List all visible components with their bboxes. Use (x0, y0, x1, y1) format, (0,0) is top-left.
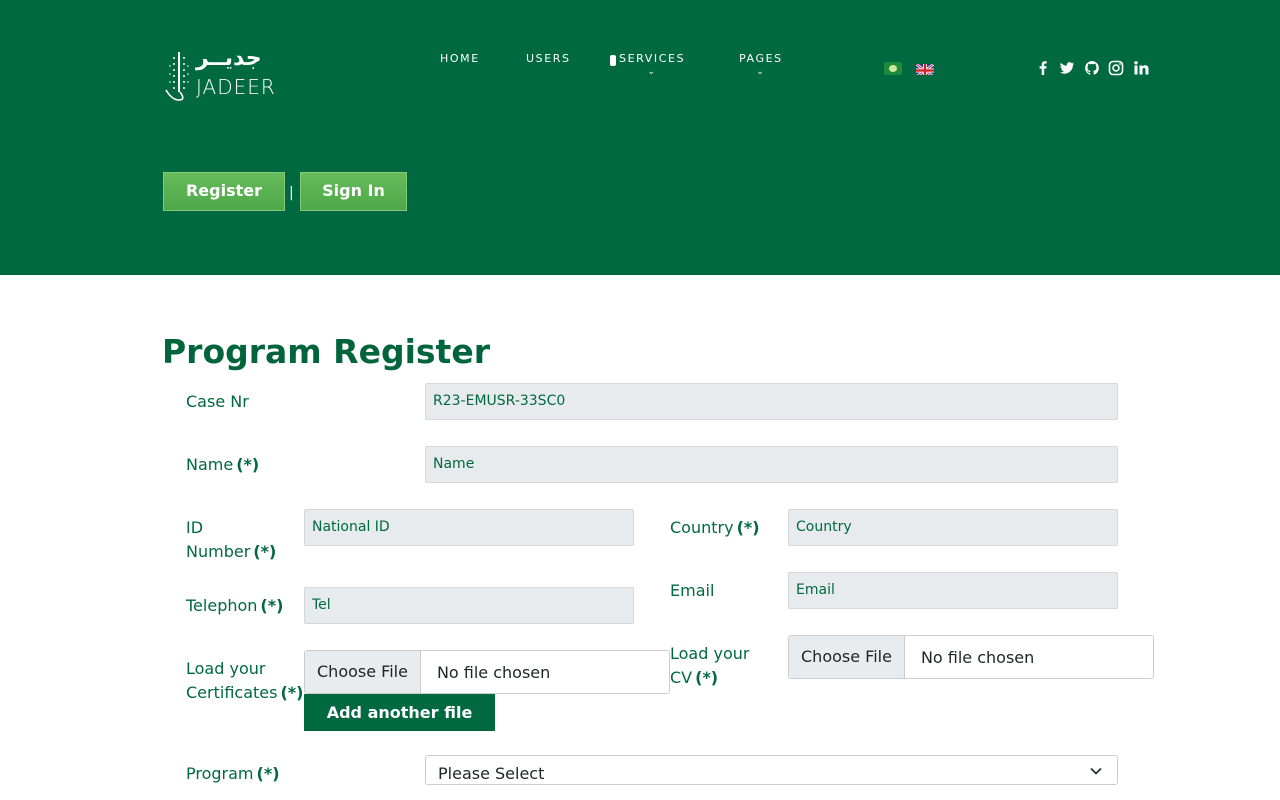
national-id-input[interactable]: National ID (304, 509, 634, 546)
file-status: No file chosen (436, 662, 551, 682)
program-label: Program (*) (186, 764, 280, 783)
chevron-down-icon: ⌄ (756, 67, 766, 77)
arabic-flag-icon[interactable] (884, 62, 902, 75)
program-select[interactable]: Please Select (425, 755, 1118, 785)
linkedin-icon[interactable] (1132, 59, 1150, 77)
github-icon[interactable] (1083, 59, 1101, 77)
program-selected-value: Please Select (438, 764, 545, 783)
twitter-icon[interactable] (1058, 59, 1076, 77)
id-number-label: ID Number (*) (186, 518, 277, 561)
jadeer-logo[interactable]: جديــر JADEER (162, 44, 276, 102)
file-status: No file chosen (920, 647, 1035, 667)
add-another-file-button[interactable]: Add another file (304, 694, 495, 731)
required-marker: (*) (695, 668, 719, 687)
case-nr-label: Case Nr (186, 392, 249, 411)
auth-separator: | (289, 185, 294, 201)
nav-home[interactable]: HOME (440, 52, 480, 66)
nav-pages-label: PAGES (739, 52, 783, 65)
nav-indicator (610, 55, 616, 66)
nav-users-label: USERS (526, 52, 571, 65)
cv-label: Load your CV (*) (670, 644, 750, 687)
nav-users[interactable]: USERS (526, 52, 571, 66)
nav-services[interactable]: SERVICES ⌄ (619, 52, 685, 77)
certificates-label: Load your Certificates (*) (186, 659, 304, 702)
name-label: Name (*) (186, 455, 260, 474)
logo-english-text: JADEER (196, 75, 276, 99)
required-marker: (*) (253, 542, 277, 561)
telephone-label: Telephon (*) (186, 596, 284, 615)
country-input[interactable]: Country (788, 509, 1118, 546)
facebook-icon[interactable] (1034, 59, 1052, 77)
required-marker: (*) (236, 455, 260, 474)
case-nr-field[interactable]: R23-EMUSR-33SC0 (425, 383, 1118, 420)
english-flag-icon[interactable] (916, 62, 934, 75)
telephone-input[interactable]: Tel (304, 587, 634, 624)
nav-pages[interactable]: PAGES ⌄ (739, 52, 783, 77)
page-title: Program Register (162, 332, 490, 371)
logo-arabic-text: جديــر (196, 46, 262, 71)
choose-file-button[interactable]: Choose File (305, 651, 421, 693)
nav-services-label: SERVICES (619, 52, 686, 65)
country-label: Country (*) (670, 518, 760, 537)
certificates-file-input[interactable]: Choose File No file chosen (304, 650, 670, 694)
cv-file-input[interactable]: Choose File No file chosen (788, 635, 1154, 679)
signin-button[interactable]: Sign In (300, 172, 407, 211)
required-marker: (*) (280, 683, 304, 702)
instagram-icon[interactable] (1107, 59, 1125, 77)
email-input[interactable]: Email (788, 572, 1118, 609)
required-marker: (*) (256, 764, 280, 783)
required-marker: (*) (736, 518, 760, 537)
chevron-down-icon (1090, 767, 1102, 775)
nav-home-label: HOME (440, 52, 480, 65)
required-marker: (*) (260, 596, 284, 615)
logo-dots-icon (165, 52, 189, 101)
register-button[interactable]: Register (163, 172, 285, 211)
choose-file-button[interactable]: Choose File (789, 636, 905, 678)
email-label: Email (670, 581, 715, 600)
chevron-down-icon: ⌄ (647, 67, 657, 77)
site-header: جديــر JADEER HOME USERS SERVICES ⌄ PAGE… (0, 0, 1280, 275)
name-input[interactable]: Name (425, 446, 1118, 483)
